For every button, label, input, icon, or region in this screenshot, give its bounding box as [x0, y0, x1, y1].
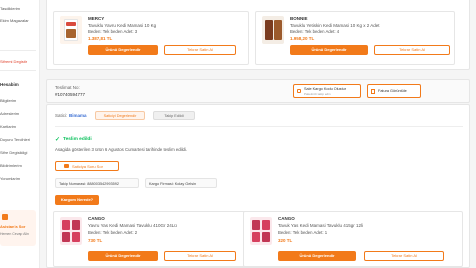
reorder-button[interactable]: Tekrar Satin Al — [374, 45, 450, 55]
delivery-no-label: Teslimat No: — [55, 85, 80, 90]
order-body: Satici: Bimama Saticiyi Degerlendir Taki… — [46, 104, 470, 268]
product-price: 1.387,81 TL — [88, 36, 113, 41]
follow-button[interactable]: Takip Edildi — [153, 111, 195, 120]
product-price: 1.958,20 TL — [290, 36, 315, 41]
sidebar-section-heading: Hesabim — [0, 82, 19, 87]
can-shape — [72, 220, 80, 230]
product-brand: CANGO — [278, 216, 295, 221]
product-size: Beden: Tek beden Adet: 3 — [88, 29, 138, 34]
product-image[interactable] — [60, 217, 82, 245]
seller-label: Satici: — [55, 113, 68, 118]
bag-shape — [265, 20, 273, 40]
rate-product-button[interactable]: Ürünü Degerlendir — [290, 45, 368, 55]
create-cargo-code-button[interactable]: Sale Kargo Kodu Olustur Paketinizi takip… — [293, 84, 361, 98]
orders-main: MERCY Tavuklu Yavru Kedi Mamasi 10 Kg Be… — [46, 0, 470, 268]
sidebar-item-announcements[interactable]: Duyuru Tercihleri — [0, 137, 30, 142]
chat-icon — [2, 214, 8, 220]
delivery-no: #10740594777 — [55, 92, 86, 97]
divider — [55, 126, 463, 127]
check-icon: ✓ — [55, 137, 61, 143]
rate-product-button[interactable]: Ürünü Degerlendir — [88, 45, 158, 55]
bag-label — [66, 22, 76, 26]
product-size: Beden: Tek beden Adet: 2 — [88, 230, 138, 235]
product-name[interactable]: Yavru Yas Kedi Mamasi Tavuklu 410Gr 24Lü — [88, 223, 177, 228]
product-name[interactable]: Tavuklu Yavru Kedi Mamasi 10 Kg — [88, 23, 156, 28]
create-cargo-code-sub: Paketinizi takip edin — [304, 92, 331, 96]
bag-shape — [274, 20, 282, 40]
can-shape — [252, 232, 260, 242]
reorder-button[interactable]: Tekrar Satin Al — [164, 45, 236, 55]
can-shape — [252, 220, 260, 230]
product-card: MERCY Tavuklu Yavru Kedi Mamasi 10 Kg Be… — [53, 11, 249, 65]
sidebar-item-reviews[interactable]: Yorumlarim — [0, 176, 20, 181]
product-name[interactable]: Tavuklu Yetiskin Kedi Mamasi 10 Kg x 2 A… — [290, 23, 380, 28]
sidebar-item-magazalar[interactable]: Ekim Magazalar — [0, 18, 29, 23]
product-size: Beden: Tek beden Adet: 4 — [290, 29, 340, 34]
sidebar-item-addresses[interactable]: Adreslerim — [0, 111, 19, 116]
order-card-previous: MERCY Tavuklu Yavru Kedi Mamasi 10 Kg Be… — [46, 0, 470, 70]
reorder-button[interactable]: Tekrar Satin Al — [364, 251, 444, 261]
can-shape — [62, 232, 70, 242]
sidebar-item-tasdiklerim[interactable]: Tasdiklerim — [0, 6, 20, 11]
rate-seller-button[interactable]: Saticiyi Degerlendir — [95, 111, 145, 120]
where-is-my-cargo-button[interactable]: Kargom Nerede? — [55, 195, 99, 205]
sidebar-item-change-password[interactable]: Sifremi Degistir — [0, 59, 27, 64]
ask-seller-button[interactable]: Saticiya Soru Sor — [55, 161, 119, 171]
product-name[interactable]: Tavuk Yas Kedi Mamasi Tavuklu 415gr 12li — [278, 223, 363, 228]
product-brand: CANGO — [88, 216, 105, 221]
assistant-promo[interactable]: Asistan'a Sor Hemen Cevap Alin — [0, 210, 36, 246]
order-header: Teslimat No: #10740594777 Sale Kargo Kod… — [46, 79, 470, 103]
promo-subtitle: Hemen Cevap Alin — [0, 232, 29, 236]
package-icon — [297, 89, 301, 93]
can-shape — [62, 220, 70, 230]
product-card: CANGO Yavru Yas Kedi Mamasi Tavuklu 410G… — [53, 211, 249, 267]
account-sidebar: Tasdiklerim Ekim Magazalar Sifremi Degis… — [0, 0, 40, 268]
view-invoice-button[interactable]: Fatura Görüntüle — [367, 84, 421, 98]
view-invoice-label: Fatura Görüntüle — [378, 89, 407, 93]
rate-product-button[interactable]: Ürünü Degerlendir — [88, 251, 158, 261]
sidebar-item-cards[interactable]: Kartlarim — [0, 124, 16, 129]
carrier-name: Kargo Firmasi: Kolay Gelsin — [145, 178, 217, 188]
product-image[interactable] — [262, 16, 284, 44]
seller-name[interactable]: Bimama — [69, 113, 87, 118]
bag-photo — [66, 29, 76, 38]
sidebar-item-user-info[interactable]: Bilgilerim — [0, 98, 16, 103]
delivery-status: Teslim edildi — [63, 137, 92, 142]
sidebar-item-notifications[interactable]: Bildirimlerim — [0, 163, 22, 168]
product-image[interactable] — [250, 217, 272, 245]
reorder-button[interactable]: Tekrar Satin Al — [164, 251, 236, 261]
product-price: 730 TL — [88, 238, 103, 243]
product-image[interactable] — [60, 16, 82, 44]
delivery-status-note: Asagida gösterilen 3 ürün 6 Agustos Cuma… — [55, 147, 188, 152]
sidebar-divider — [0, 70, 36, 71]
invoice-icon — [371, 89, 375, 94]
product-brand: MERCY — [88, 16, 105, 21]
ask-seller-label: Saticiya Soru Sor — [72, 164, 103, 169]
product-card: CANGO Tavuk Yas Kedi Mamasi Tavuklu 415g… — [243, 211, 463, 267]
sidebar-divider — [0, 50, 36, 51]
chat-icon — [64, 164, 69, 168]
tracking-number: Takip Numarasi: 888003542993592 — [55, 178, 139, 188]
promo-title: Asistan'a Sor — [0, 224, 26, 229]
rate-product-button[interactable]: Ürünü Degerlendir — [278, 251, 356, 261]
can-shape — [72, 232, 80, 242]
sidebar-item-password[interactable]: Sifre Degisikligi — [0, 150, 27, 155]
can-shape — [262, 220, 270, 230]
create-cargo-code-label: Sale Kargo Kodu Olustur — [304, 87, 347, 91]
product-brand: BONNIE — [290, 16, 308, 21]
can-shape — [262, 232, 270, 242]
product-price: 320 TL — [278, 238, 293, 243]
product-card: BONNIE Tavuklu Yetiskin Kedi Mamasi 10 K… — [255, 11, 455, 65]
product-size: Beden: Tek beden Adet: 1 — [278, 230, 328, 235]
